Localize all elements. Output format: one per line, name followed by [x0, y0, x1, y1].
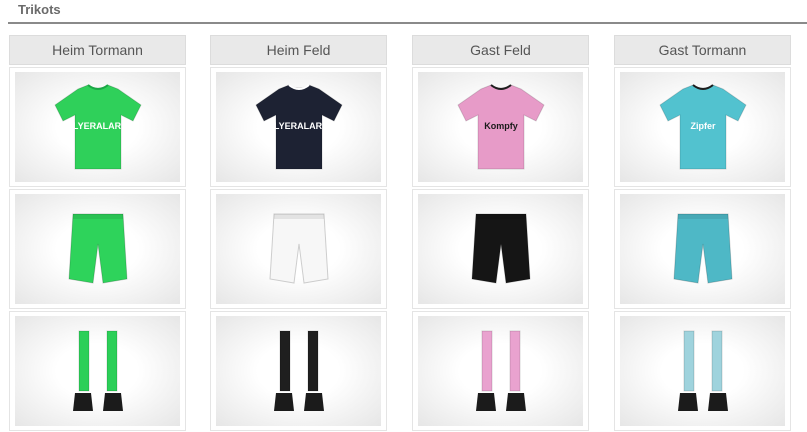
socks-illustration: [273, 330, 324, 411]
section-title: Trikots: [18, 2, 61, 17]
kit-column-heim-feld: Heim Feld FLYERALARM: [210, 35, 387, 431]
socks-cell[interactable]: [9, 311, 186, 431]
shorts-image: [418, 194, 583, 304]
socks-illustration: [475, 330, 526, 411]
socks-image: [620, 316, 785, 426]
sponsor-logo: Zipfer: [690, 121, 715, 131]
shorts-cell[interactable]: [9, 189, 186, 309]
shorts-image: [620, 194, 785, 304]
shirt-cell[interactable]: Zipfer: [614, 67, 791, 187]
section-divider: [8, 22, 807, 24]
shorts-illustration: [470, 213, 531, 284]
sponsor-logo: FLYERALARM: [268, 121, 329, 131]
column-header: Heim Tormann: [9, 35, 186, 65]
shirt-image: FLYERALARM: [15, 72, 180, 182]
socks-cell[interactable]: [614, 311, 791, 431]
socks-illustration: [72, 330, 123, 411]
kit-column-gast-tormann: Gast Tormann Zipfer: [614, 35, 791, 431]
shirt-cell[interactable]: FLYERALARM: [9, 67, 186, 187]
socks-image: [418, 316, 583, 426]
shorts-image: [216, 194, 381, 304]
shirt-illustration: Kompfy: [456, 84, 545, 170]
shirt-image: Kompfy: [418, 72, 583, 182]
kit-column-gast-feld: Gast Feld Kompfy: [412, 35, 589, 431]
shorts-illustration: [268, 213, 329, 284]
shorts-cell[interactable]: [210, 189, 387, 309]
socks-cell[interactable]: [210, 311, 387, 431]
column-header: Gast Tormann: [614, 35, 791, 65]
shirt-cell[interactable]: Kompfy: [412, 67, 589, 187]
shirt-image: FLYERALARM: [216, 72, 381, 182]
kit-column-heim-tormann: Heim Tormann FLYERALARM: [9, 35, 186, 431]
sponsor-logo: FLYERALARM: [67, 121, 128, 131]
shorts-cell[interactable]: [412, 189, 589, 309]
shirt-illustration: Zipfer: [658, 84, 747, 170]
shirt-image: Zipfer: [620, 72, 785, 182]
shorts-cell[interactable]: [614, 189, 791, 309]
socks-image: [15, 316, 180, 426]
shirt-illustration: FLYERALARM: [53, 84, 142, 170]
shorts-illustration: [67, 213, 128, 284]
column-header: Gast Feld: [412, 35, 589, 65]
shirt-cell[interactable]: FLYERALARM: [210, 67, 387, 187]
shorts-image: [15, 194, 180, 304]
socks-image: [216, 316, 381, 426]
socks-cell[interactable]: [412, 311, 589, 431]
shorts-illustration: [672, 213, 733, 284]
sponsor-logo: Kompfy: [484, 121, 518, 131]
column-header: Heim Feld: [210, 35, 387, 65]
socks-illustration: [677, 330, 728, 411]
shirt-illustration: FLYERALARM: [254, 84, 343, 170]
